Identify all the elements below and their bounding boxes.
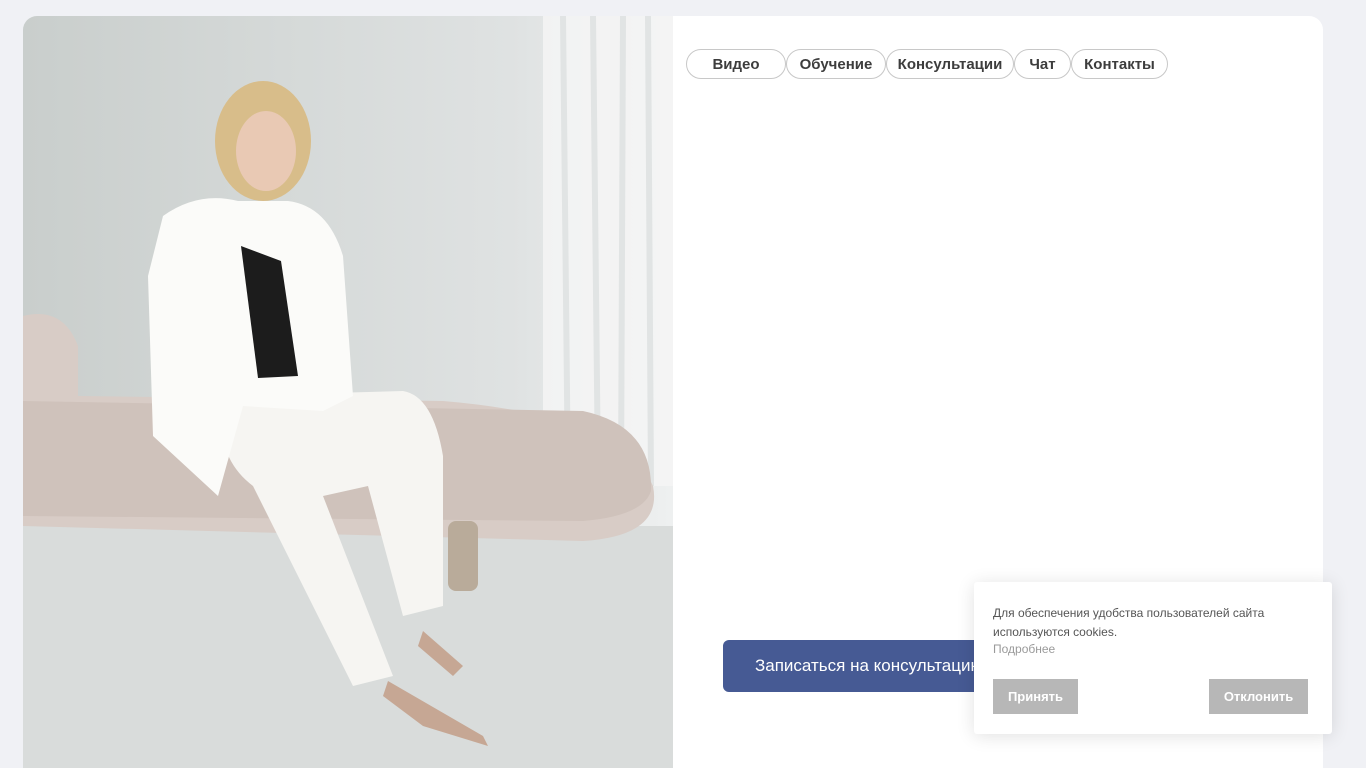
cookie-accept-button[interactable]: Принять — [993, 679, 1078, 714]
cookie-decline-button[interactable]: Отклонить — [1209, 679, 1308, 714]
tab-consultations[interactable]: Консультации — [886, 49, 1014, 79]
tab-contacts[interactable]: Контакты — [1071, 49, 1168, 79]
tab-chat[interactable]: Чат — [1014, 49, 1071, 79]
cookie-more-link[interactable]: Подробнее — [993, 642, 1055, 656]
page: Видео Обучение Консультации Чат Контакты… — [0, 0, 1366, 768]
tab-video[interactable]: Видео — [686, 49, 786, 79]
cookie-message: Для обеспечения удобства пользователей с… — [993, 606, 1265, 639]
nav-tabs: Видео Обучение Консультации Чат Контакты — [686, 49, 1168, 79]
hero-photo — [23, 16, 673, 768]
hero-photo-illustration — [23, 16, 673, 768]
tab-training[interactable]: Обучение — [786, 49, 886, 79]
cookie-banner: Для обеспечения удобства пользователей с… — [974, 582, 1332, 734]
